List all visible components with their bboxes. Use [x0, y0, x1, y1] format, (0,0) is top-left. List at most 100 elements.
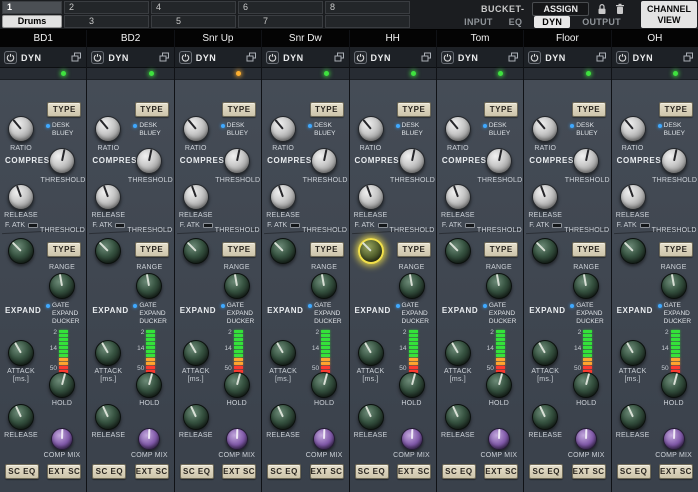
sc-eq-button[interactable]: SC EQ — [617, 464, 651, 479]
comp-type-button[interactable]: TYPE — [135, 102, 169, 117]
comp-mix-knob[interactable] — [138, 428, 160, 450]
range-knob[interactable] — [486, 273, 512, 299]
ratio-knob[interactable] — [620, 116, 646, 142]
comp-mix-knob[interactable] — [401, 428, 423, 450]
attack-knob[interactable] — [8, 340, 34, 366]
power-button[interactable] — [616, 51, 629, 64]
attack-knob[interactable] — [95, 340, 121, 366]
tab-output[interactable]: OUTPUT — [578, 16, 625, 28]
hold-knob[interactable] — [573, 372, 599, 398]
fast-attack-switch[interactable] — [28, 223, 38, 228]
comp-threshold-knob[interactable] — [661, 148, 687, 174]
hold-knob[interactable] — [136, 372, 162, 398]
gate-threshold-knob[interactable] — [270, 238, 296, 264]
gate-threshold-knob[interactable] — [358, 238, 384, 264]
ext-sc-button[interactable]: EXT SC — [572, 464, 606, 479]
sc-eq-button[interactable]: SC EQ — [180, 464, 214, 479]
hold-knob[interactable] — [399, 372, 425, 398]
bucket-tab-8[interactable]: 8 — [325, 1, 410, 14]
gate-type-button[interactable]: TYPE — [47, 242, 81, 257]
range-knob[interactable] — [661, 273, 687, 299]
fast-attack-switch[interactable] — [203, 223, 213, 228]
hold-knob[interactable] — [49, 372, 75, 398]
comp-type-button[interactable]: TYPE — [310, 102, 344, 117]
comp-type-button[interactable]: TYPE — [484, 102, 518, 117]
attack-knob[interactable] — [532, 340, 558, 366]
attack-knob[interactable] — [358, 340, 384, 366]
hold-knob[interactable] — [486, 372, 512, 398]
range-knob[interactable] — [311, 273, 337, 299]
fast-attack-switch[interactable] — [115, 223, 125, 228]
comp-threshold-knob[interactable] — [399, 148, 425, 174]
gate-release-knob[interactable] — [8, 404, 34, 430]
tab-dyn[interactable]: DYN — [534, 16, 570, 28]
sc-eq-button[interactable]: SC EQ — [529, 464, 563, 479]
gate-type-button[interactable]: TYPE — [397, 242, 431, 257]
gate-threshold-knob[interactable] — [445, 238, 471, 264]
bucket-tab-6[interactable]: 6 — [238, 1, 323, 14]
bucket-tab-4[interactable]: 4 — [151, 1, 236, 14]
comp-threshold-knob[interactable] — [486, 148, 512, 174]
sc-eq-button[interactable]: SC EQ — [442, 464, 476, 479]
gate-threshold-knob[interactable] — [183, 238, 209, 264]
ratio-knob[interactable] — [445, 116, 471, 142]
bucket-name-drums[interactable]: Drums — [2, 15, 62, 28]
hold-knob[interactable] — [311, 372, 337, 398]
trash-icon[interactable] — [615, 3, 625, 15]
fast-attack-switch[interactable] — [552, 223, 562, 228]
range-knob[interactable] — [224, 273, 250, 299]
gate-release-knob[interactable] — [183, 404, 209, 430]
power-button[interactable] — [266, 51, 279, 64]
gate-release-knob[interactable] — [445, 404, 471, 430]
comp-type-button[interactable]: TYPE — [222, 102, 256, 117]
ext-sc-button[interactable]: EXT SC — [222, 464, 256, 479]
comp-release-knob[interactable] — [445, 184, 471, 210]
ext-sc-button[interactable]: EXT SC — [484, 464, 518, 479]
power-button[interactable] — [91, 51, 104, 64]
comp-threshold-knob[interactable] — [311, 148, 337, 174]
detach-window-icon[interactable] — [421, 52, 432, 63]
comp-release-knob[interactable] — [620, 184, 646, 210]
comp-type-button[interactable]: TYPE — [47, 102, 81, 117]
gate-release-knob[interactable] — [358, 404, 384, 430]
gate-type-button[interactable]: TYPE — [659, 242, 693, 257]
gate-type-button[interactable]: TYPE — [310, 242, 344, 257]
comp-mix-knob[interactable] — [663, 428, 685, 450]
comp-release-knob[interactable] — [95, 184, 121, 210]
ext-sc-button[interactable]: EXT SC — [310, 464, 344, 479]
gate-release-knob[interactable] — [95, 404, 121, 430]
power-button[interactable] — [354, 51, 367, 64]
comp-mix-knob[interactable] — [575, 428, 597, 450]
attack-knob[interactable] — [445, 340, 471, 366]
gate-type-button[interactable]: TYPE — [572, 242, 606, 257]
gate-threshold-knob[interactable] — [620, 238, 646, 264]
gate-threshold-knob[interactable] — [532, 238, 558, 264]
ratio-knob[interactable] — [532, 116, 558, 142]
ratio-knob[interactable] — [270, 116, 296, 142]
comp-release-knob[interactable] — [8, 184, 34, 210]
gate-type-button[interactable]: TYPE — [135, 242, 169, 257]
ext-sc-button[interactable]: EXT SC — [47, 464, 81, 479]
range-knob[interactable] — [399, 273, 425, 299]
bucket-tab-empty[interactable] — [325, 15, 410, 28]
comp-mix-knob[interactable] — [488, 428, 510, 450]
ratio-knob[interactable] — [8, 116, 34, 142]
attack-knob[interactable] — [270, 340, 296, 366]
detach-window-icon[interactable] — [683, 52, 694, 63]
comp-release-knob[interactable] — [183, 184, 209, 210]
bucket-tab-7[interactable]: 7 — [238, 15, 323, 28]
tab-input[interactable]: INPUT — [460, 16, 497, 28]
ratio-knob[interactable] — [358, 116, 384, 142]
gate-type-button[interactable]: TYPE — [484, 242, 518, 257]
range-knob[interactable] — [49, 273, 75, 299]
channel-view-button[interactable]: CHANNEL VIEW — [641, 1, 697, 28]
comp-release-knob[interactable] — [270, 184, 296, 210]
fast-attack-switch[interactable] — [290, 223, 300, 228]
fast-attack-switch[interactable] — [465, 223, 475, 228]
power-button[interactable] — [528, 51, 541, 64]
power-button[interactable] — [179, 51, 192, 64]
comp-type-button[interactable]: TYPE — [397, 102, 431, 117]
sc-eq-button[interactable]: SC EQ — [267, 464, 301, 479]
detach-window-icon[interactable] — [71, 52, 82, 63]
hold-knob[interactable] — [224, 372, 250, 398]
